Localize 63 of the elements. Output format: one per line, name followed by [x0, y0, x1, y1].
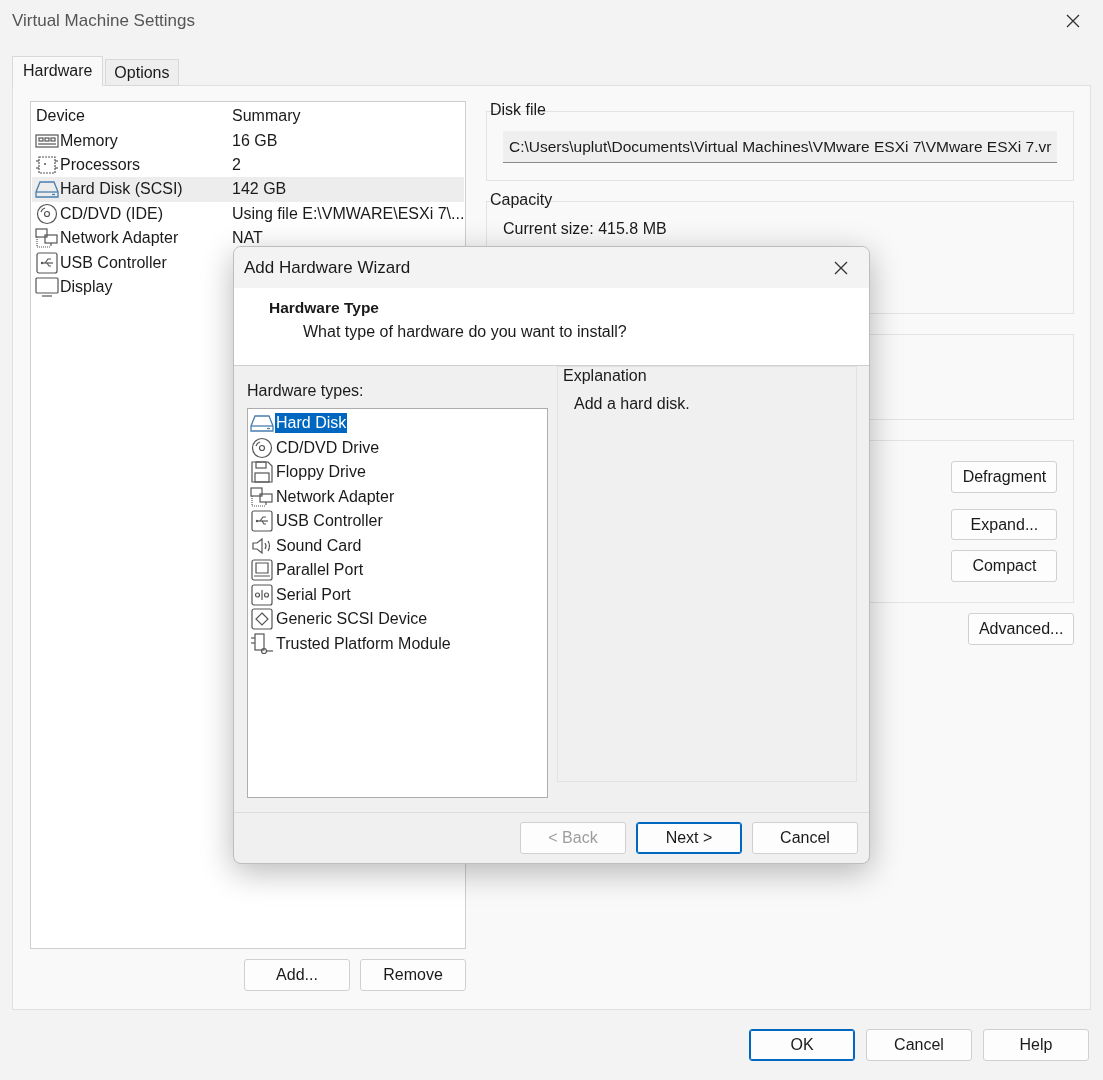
- summary-cell-text: Using file E:\VMWARE\ESXi 7\...: [231, 203, 465, 224]
- close-icon: [1065, 13, 1081, 29]
- close-icon: [833, 259, 849, 276]
- device-cell[interactable]: CD/DVD (IDE): [32, 201, 228, 226]
- device-cell[interactable]: USB Controller: [32, 250, 228, 275]
- step-heading: Hardware Type: [269, 299, 380, 317]
- device-button[interactable]: Remove: [360, 959, 466, 991]
- advanced-button[interactable]: Advanced...: [967, 613, 1075, 645]
- list-item[interactable]: Hard Disk: [250, 411, 545, 436]
- serial-port-icon: [250, 583, 274, 606]
- device-cell[interactable]: Processors: [32, 152, 228, 178]
- wizard-title: Add Hardware Wizard: [244, 257, 411, 278]
- list-label: Hardware types:: [247, 382, 365, 400]
- column-header: Device: [35, 107, 86, 126]
- disc-icon: [35, 202, 59, 225]
- dialog-button[interactable]: OK: [749, 1029, 855, 1061]
- group-label: Capacity: [490, 191, 554, 209]
- summary-cell-text: NAT: [231, 228, 264, 249]
- usb-icon: [250, 510, 274, 533]
- wizard-button[interactable]: Next >: [636, 822, 742, 854]
- summary-cell: 142 GB: [228, 177, 464, 202]
- device-button[interactable]: Add...: [244, 959, 350, 991]
- list-item[interactable]: CD/DVD Drive: [250, 435, 545, 460]
- column-header: Summary: [231, 107, 302, 126]
- list-item[interactable]: USB Controller: [250, 509, 545, 534]
- disk-utility-button[interactable]: Defragment: [951, 461, 1058, 493]
- disk-file-field[interactable]: C:\Users\uplut\Documents\Virtual Machines\VMware ESXi 7\VMware ESXi 7.vr: [503, 131, 1058, 163]
- device-cell[interactable]: Memory: [32, 128, 228, 153]
- list-item[interactable]: Floppy Drive: [250, 460, 545, 485]
- list-item[interactable]: Sound Card: [250, 533, 545, 558]
- disk-utility-button[interactable]: Expand...: [951, 508, 1058, 541]
- tab[interactable]: Hardware: [12, 56, 104, 86]
- network-icon: [250, 485, 274, 508]
- monitor-icon: [35, 275, 59, 298]
- list-item[interactable]: Trusted Platform Module: [250, 631, 545, 656]
- wizard-button[interactable]: Cancel: [752, 822, 858, 854]
- group-label: Explanation: [563, 367, 648, 385]
- tab[interactable]: Options: [105, 59, 179, 86]
- dialog-button[interactable]: Cancel: [866, 1029, 972, 1061]
- device-cell[interactable]: Hard Disk (SCSI): [32, 177, 228, 202]
- summary-cell-text: 16 GB: [231, 130, 279, 151]
- step-description: What type of hardware do you want to install?: [302, 323, 628, 341]
- scsi-icon: [250, 608, 274, 631]
- explanation-text: Add a hard disk.: [573, 395, 691, 413]
- current-size-text: Current size: 415.8 MB: [503, 220, 668, 238]
- port-icon: [250, 559, 274, 582]
- list-item[interactable]: Serial Port: [250, 582, 545, 607]
- window-title: Virtual Machine Settings: [12, 11, 195, 31]
- disk-utility-button[interactable]: Compact: [951, 550, 1058, 582]
- chip-key-icon: [250, 632, 274, 655]
- dialog-button[interactable]: Help: [983, 1029, 1089, 1061]
- list-item[interactable]: Network Adapter: [250, 484, 545, 509]
- network-icon: [35, 227, 59, 250]
- list-item[interactable]: Parallel Port: [250, 558, 545, 583]
- device-cell[interactable]: Network Adapter: [32, 225, 228, 251]
- list-item[interactable]: Generic SCSI Device: [250, 607, 545, 632]
- chip-icon: [35, 153, 59, 176]
- device-cell[interactable]: Display: [32, 274, 228, 300]
- usb-icon: [35, 251, 59, 274]
- group-label: Disk file: [490, 101, 547, 119]
- floppy-icon: [250, 461, 274, 484]
- summary-cell-text: 2: [231, 154, 242, 175]
- disc-icon: [250, 436, 274, 459]
